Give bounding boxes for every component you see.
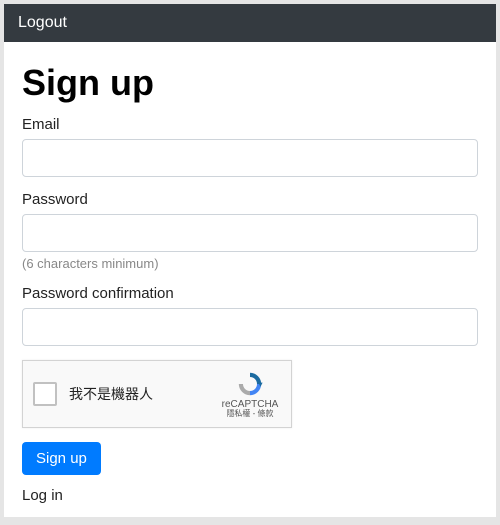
recaptcha-checkbox[interactable] (33, 382, 57, 406)
recaptcha-label: 我不是機器人 (69, 384, 219, 404)
signup-button[interactable]: Sign up (22, 442, 101, 475)
password-confirm-label: Password confirmation (22, 285, 478, 302)
password-label: Password (22, 191, 478, 208)
email-label: Email (22, 116, 478, 133)
recaptcha-brand: reCAPTCHA (219, 399, 281, 410)
navbar: Logout (4, 4, 496, 42)
password-group: Password (6 characters minimum) (22, 191, 478, 271)
password-field[interactable] (22, 214, 478, 252)
content: Sign up Email Password (6 characters min… (4, 42, 496, 505)
recaptcha-widget: 我不是機器人 reCAPTCHA 隱私權 - 條款 (22, 360, 292, 428)
recaptcha-links[interactable]: 隱私權 - 條款 (219, 410, 281, 419)
page-title: Sign up (22, 62, 478, 104)
recaptcha-icon (236, 370, 264, 398)
password-confirm-field[interactable] (22, 308, 478, 346)
recaptcha-branding: reCAPTCHA 隱私權 - 條款 (219, 370, 281, 419)
password-confirm-group: Password confirmation (22, 285, 478, 346)
email-group: Email (22, 116, 478, 177)
password-hint: (6 characters minimum) (22, 256, 478, 271)
login-link[interactable]: Log in (22, 487, 63, 504)
logout-link[interactable]: Logout (18, 14, 67, 31)
email-field[interactable] (22, 139, 478, 177)
